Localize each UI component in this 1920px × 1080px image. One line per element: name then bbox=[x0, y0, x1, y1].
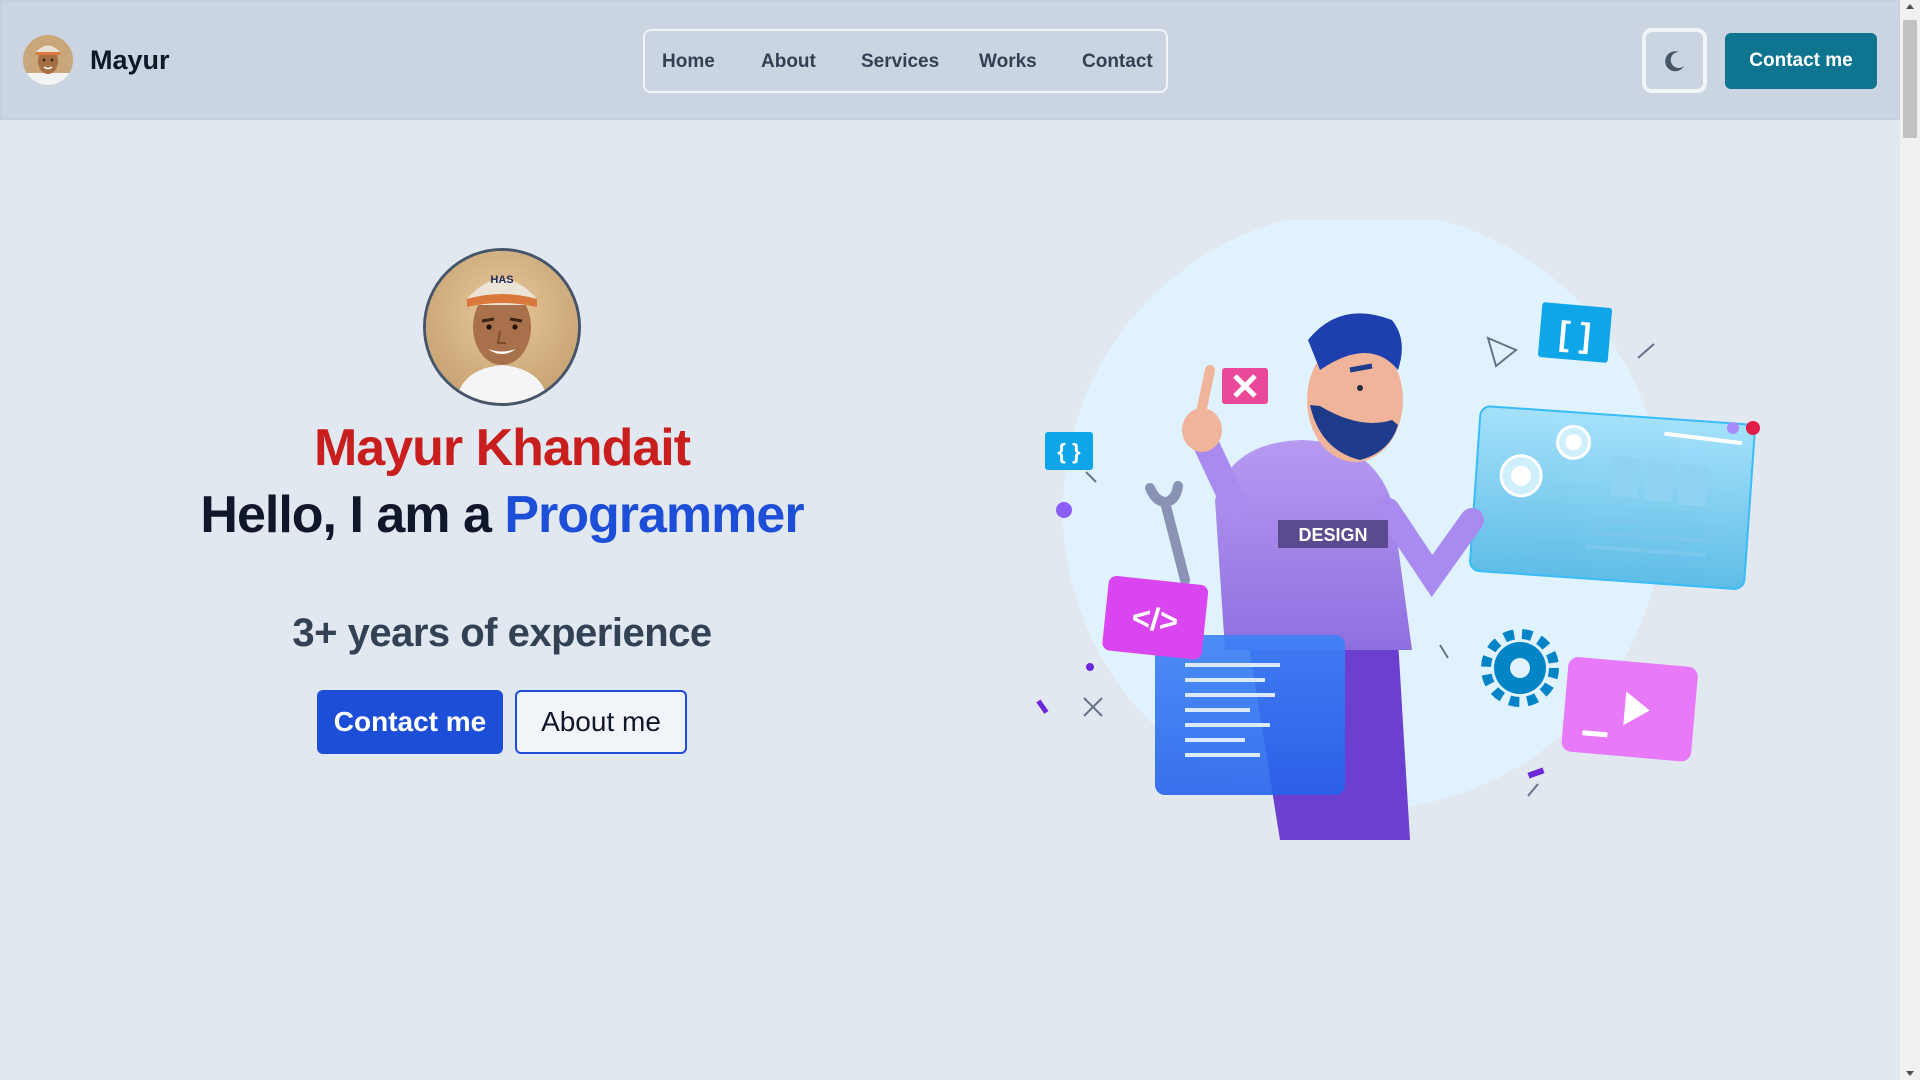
video-player-icon bbox=[1561, 657, 1698, 762]
close-icon bbox=[1222, 368, 1268, 404]
brand-name: Mayur bbox=[90, 44, 170, 75]
nav-link-works[interactable]: Works bbox=[979, 51, 1037, 73]
hero-illustration: [ ] { } DESIGN </> bbox=[1036, 220, 1760, 840]
scroll-down-arrow[interactable] bbox=[1906, 1071, 1914, 1076]
scroll-thumb[interactable] bbox=[1903, 20, 1917, 138]
navbar: Mayur Home About Services Works Contact … bbox=[0, 0, 1900, 120]
svg-text:</>: </> bbox=[1130, 599, 1180, 640]
code-window-icon bbox=[1155, 635, 1345, 795]
nav-contact-button[interactable]: Contact me bbox=[1725, 33, 1877, 89]
svg-text:HAS: HAS bbox=[490, 274, 513, 286]
hero-role: Programmer bbox=[504, 486, 804, 544]
profile-photo: HAS bbox=[423, 248, 581, 406]
experience-text: 3+ years of experience bbox=[292, 611, 712, 655]
hero-name: Mayur Khandait bbox=[313, 419, 691, 477]
moon-icon bbox=[1664, 50, 1684, 71]
nav-link-home[interactable]: Home bbox=[662, 51, 715, 73]
hero-about-button[interactable]: About me bbox=[515, 690, 687, 754]
design-badge-text: DESIGN bbox=[1298, 525, 1367, 545]
hero-contact-button[interactable]: Contact me bbox=[317, 690, 503, 754]
code-tag-icon: </> bbox=[1102, 575, 1209, 660]
gear-icon bbox=[1481, 629, 1559, 707]
hero-greeting: Hello, I am a Programmer bbox=[0, 485, 1004, 545]
brand-avatar bbox=[23, 35, 73, 85]
nav-link-services[interactable]: Services bbox=[861, 51, 939, 73]
brackets-icon-large: [ ] bbox=[1538, 302, 1613, 363]
nav-links: Home About Services Works Contact bbox=[643, 29, 1168, 93]
nav-link-contact[interactable]: Contact bbox=[1082, 51, 1153, 73]
scroll-up-arrow[interactable] bbox=[1906, 4, 1914, 9]
brackets-icon-small: { } bbox=[1045, 432, 1093, 470]
svg-text:[ ]: [ ] bbox=[1557, 315, 1592, 356]
nav-link-about[interactable]: About bbox=[761, 51, 816, 73]
scrollbar[interactable] bbox=[1900, 0, 1920, 1080]
theme-toggle-button[interactable] bbox=[1642, 28, 1707, 93]
svg-text:{ }: { } bbox=[1057, 439, 1081, 464]
browser-window-icon bbox=[1469, 405, 1756, 590]
brand[interactable]: Mayur bbox=[23, 35, 170, 85]
greeting-prefix: Hello, I am a bbox=[200, 486, 491, 544]
